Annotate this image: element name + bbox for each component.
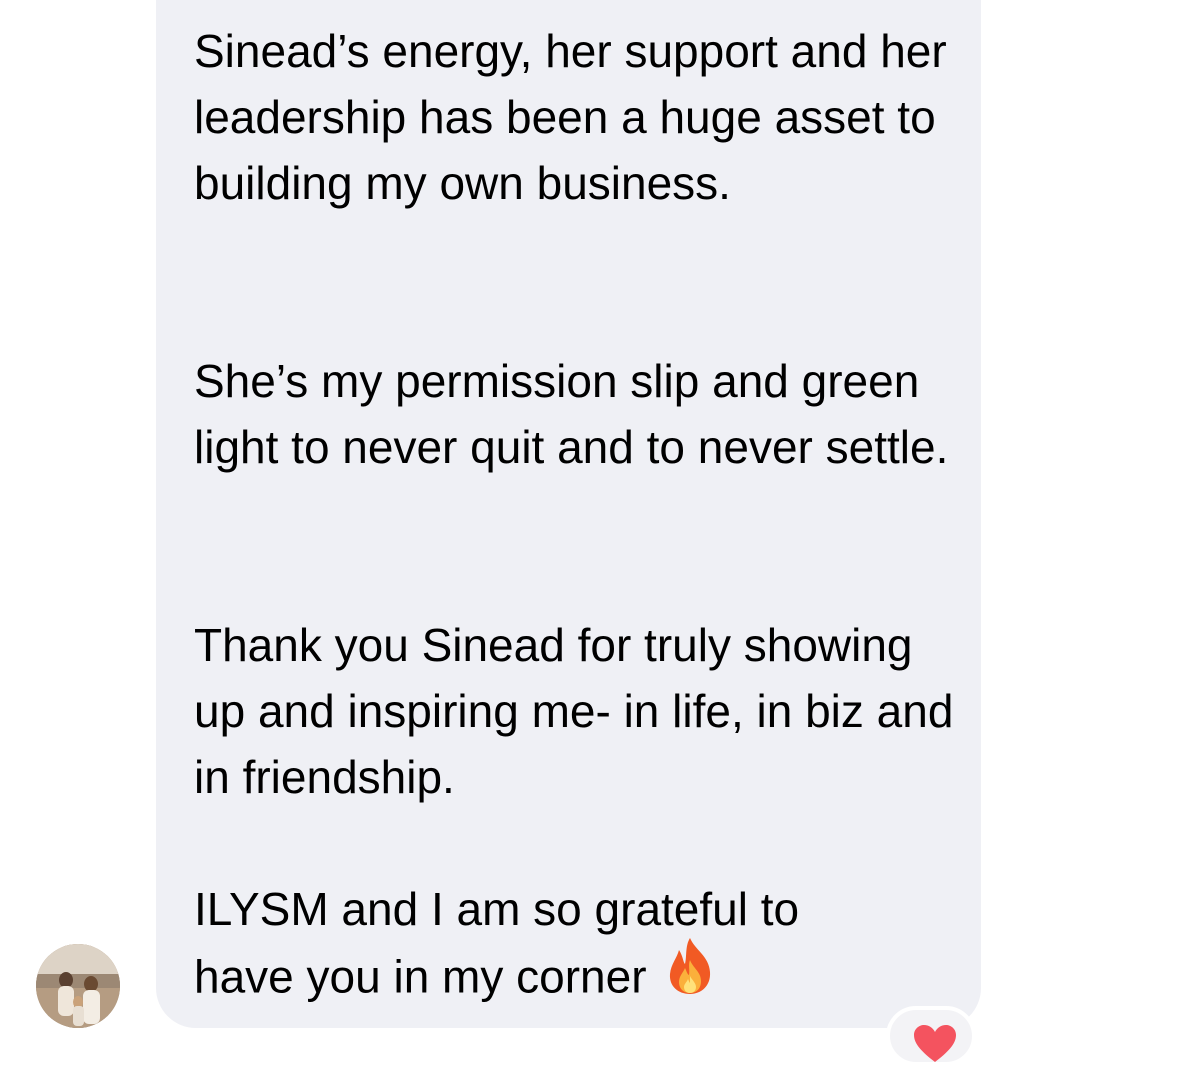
heart-icon xyxy=(912,1024,958,1069)
message-line: have you in my corner xyxy=(194,950,647,1003)
message-paragraph: Thank you Sinead for truly showing up an… xyxy=(194,619,954,803)
message-paragraph: She’s my permission slip and green light… xyxy=(194,355,949,473)
message-line: ILYSM and I am so grateful to xyxy=(194,883,800,935)
reaction-badge[interactable] xyxy=(886,1006,976,1066)
sender-avatar[interactable] xyxy=(36,944,120,1028)
message-paragraph: Sinead’s energy, her support and her lea… xyxy=(194,25,947,209)
message-paragraph-last: ILYSM and I am so grateful to have you i… xyxy=(194,876,964,1019)
fire-emoji-icon xyxy=(665,936,715,1013)
